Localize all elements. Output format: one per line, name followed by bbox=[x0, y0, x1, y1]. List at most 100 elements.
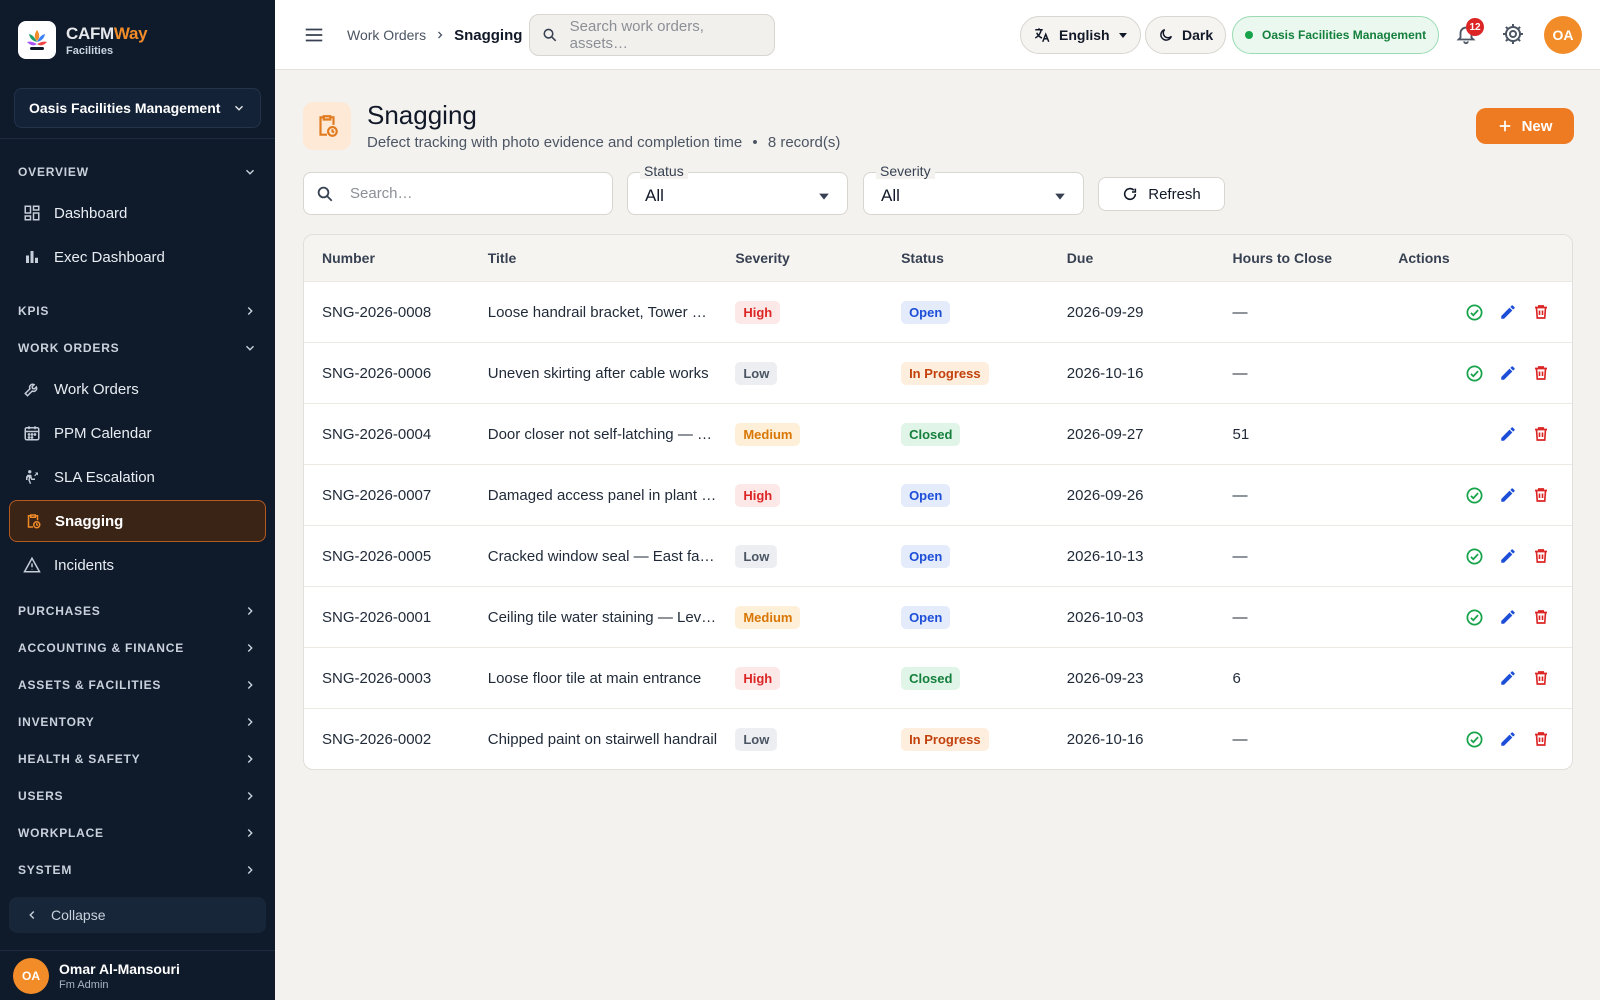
cell-severity: High bbox=[717, 666, 883, 690]
delete-trash-icon[interactable] bbox=[1532, 364, 1550, 382]
nav-section-workplace[interactable]: WORKPLACE bbox=[0, 814, 275, 851]
cell-severity: High bbox=[717, 300, 883, 324]
cell-due: 2026-10-13 bbox=[1066, 547, 1144, 565]
avatar[interactable]: OA bbox=[1544, 16, 1582, 54]
sidebar-item-sla-escalation[interactable]: SLA Escalation bbox=[9, 456, 266, 498]
cell-number: SNG-2026-0008 bbox=[322, 303, 432, 321]
cell-number: SNG-2026-0004 bbox=[322, 425, 432, 443]
edit-pencil-icon[interactable] bbox=[1499, 547, 1517, 565]
sidebar-item-label: SLA Escalation bbox=[54, 468, 155, 486]
complete-check-icon[interactable] bbox=[1465, 364, 1484, 383]
nav-section-purchases[interactable]: PURCHASES bbox=[0, 592, 275, 629]
chevron-right-icon bbox=[434, 29, 446, 41]
edit-pencil-icon[interactable] bbox=[1499, 364, 1517, 382]
table-row[interactable]: SNG-2026-0001 Ceiling tile water staining… bbox=[304, 586, 1572, 647]
sidebar-item-work-orders[interactable]: Work Orders bbox=[9, 368, 266, 410]
table-search-input[interactable]: Search… bbox=[303, 172, 613, 215]
edit-pencil-icon[interactable] bbox=[1499, 730, 1517, 748]
severity-badge: Low bbox=[735, 361, 778, 385]
table-row[interactable]: SNG-2026-0004 Door closer not self-latchi… bbox=[304, 403, 1572, 464]
complete-check-icon[interactable] bbox=[1465, 608, 1484, 627]
sidebar-item-snagging[interactable]: Snagging bbox=[9, 500, 266, 542]
nav-section-work-orders[interactable]: WORK ORDERS bbox=[0, 329, 275, 366]
edit-pencil-icon[interactable] bbox=[1499, 608, 1517, 626]
cell-status: Open bbox=[883, 483, 1049, 507]
top-header: Work Orders Snagging Search work orders,… bbox=[275, 0, 1600, 70]
status-badge: Open bbox=[901, 605, 951, 629]
sidebar-user[interactable]: OA Omar Al-Mansouri Fm Admin bbox=[0, 950, 275, 1000]
edit-pencil-icon[interactable] bbox=[1499, 303, 1517, 321]
theme-toggle[interactable]: Dark bbox=[1145, 16, 1227, 54]
delete-trash-icon[interactable] bbox=[1532, 669, 1550, 687]
table-row[interactable]: SNG-2026-0007 Damaged access panel in pla… bbox=[304, 464, 1572, 525]
complete-check-icon[interactable] bbox=[1465, 303, 1484, 322]
sidebar-item-incidents[interactable]: Incidents bbox=[9, 544, 266, 586]
hamburger-menu-icon[interactable] bbox=[303, 24, 325, 46]
delete-trash-icon[interactable] bbox=[1532, 425, 1550, 443]
nav-section-assets[interactable]: ASSETS & FACILITIES bbox=[0, 666, 275, 703]
language-selector[interactable]: English bbox=[1020, 16, 1141, 54]
search-icon bbox=[317, 186, 333, 201]
table-row[interactable]: SNG-2026-0002 Chipped paint on stairwell … bbox=[304, 708, 1572, 769]
nav-section-system[interactable]: SYSTEM bbox=[0, 851, 275, 888]
nav-section-kpis[interactable]: KPIS bbox=[0, 292, 275, 329]
sidebar-item-ppm-calendar[interactable]: PPM Calendar bbox=[9, 412, 266, 454]
table-row[interactable]: SNG-2026-0005 Cracked window seal — East … bbox=[304, 525, 1572, 586]
cell-actions bbox=[1380, 608, 1572, 627]
column-header-status[interactable]: Status bbox=[883, 250, 1049, 266]
complete-check-icon[interactable] bbox=[1465, 730, 1484, 749]
status-badge: In Progress bbox=[901, 727, 989, 751]
cell-due: 2026-10-16 bbox=[1066, 730, 1144, 748]
gear-icon[interactable] bbox=[1501, 22, 1525, 46]
cell-actions bbox=[1380, 486, 1572, 505]
sidebar-item-dashboard[interactable]: Dashboard bbox=[9, 192, 266, 234]
global-search-input[interactable]: Search work orders, assets… bbox=[529, 14, 775, 56]
sidebar-item-label: Dashboard bbox=[54, 204, 128, 222]
clipboard-clock-icon bbox=[303, 102, 351, 150]
new-button[interactable]: New bbox=[1476, 108, 1574, 144]
cell-due: 2026-09-29 bbox=[1066, 303, 1144, 321]
cell-hours-to-close: — bbox=[1232, 303, 1248, 321]
org-selector[interactable]: Oasis Facilities Management bbox=[14, 88, 261, 128]
table-row[interactable]: SNG-2026-0006 Uneven skirting after cable… bbox=[304, 342, 1572, 403]
brand[interactable]: CAFMWay Facilities bbox=[0, 0, 275, 80]
edit-pencil-icon[interactable] bbox=[1499, 669, 1517, 687]
complete-check-icon[interactable] bbox=[1465, 486, 1484, 505]
edit-pencil-icon[interactable] bbox=[1499, 425, 1517, 443]
nav-section-overview[interactable]: OVERVIEW bbox=[0, 153, 275, 190]
status-filter-label: Status bbox=[640, 163, 688, 179]
edit-pencil-icon[interactable] bbox=[1499, 486, 1517, 504]
refresh-button[interactable]: Refresh bbox=[1098, 177, 1225, 211]
column-header-number[interactable]: Number bbox=[304, 250, 470, 266]
separator: • bbox=[752, 134, 758, 151]
collapse-sidebar-button[interactable]: Collapse bbox=[9, 897, 266, 933]
status-filter-value: All bbox=[645, 185, 664, 205]
dashboard-icon bbox=[22, 203, 42, 223]
column-header-due[interactable]: Due bbox=[1049, 250, 1215, 266]
nav-section-accounting[interactable]: ACCOUNTING & FINANCE bbox=[0, 629, 275, 666]
sidebar-item-exec-dashboard[interactable]: Exec Dashboard bbox=[9, 236, 266, 278]
column-header-title[interactable]: Title bbox=[470, 250, 718, 266]
table-row[interactable]: SNG-2026-0003 Loose floor tile at main en… bbox=[304, 647, 1572, 708]
nav-section-health-safety[interactable]: HEALTH & SAFETY bbox=[0, 740, 275, 777]
nav-section-label: ACCOUNTING & FINANCE bbox=[18, 640, 184, 655]
delete-trash-icon[interactable] bbox=[1532, 608, 1550, 626]
calendar-icon bbox=[22, 423, 42, 443]
nav-section-users[interactable]: USERS bbox=[0, 777, 275, 814]
chevron-left-icon bbox=[29, 911, 35, 919]
cell-title-text: Loose floor tile at main entrance bbox=[487, 669, 702, 687]
column-header-hours[interactable]: Hours to Close bbox=[1215, 250, 1381, 266]
column-header-severity[interactable]: Severity bbox=[717, 250, 883, 266]
delete-trash-icon[interactable] bbox=[1532, 486, 1550, 504]
delete-trash-icon[interactable] bbox=[1532, 547, 1550, 565]
complete-check-icon[interactable] bbox=[1465, 547, 1484, 566]
cell-hours-to-close: 51 bbox=[1232, 425, 1250, 443]
cell-title: Loose floor tile at main entrance bbox=[470, 670, 718, 687]
cell-due: 2026-09-26 bbox=[1066, 486, 1144, 504]
delete-trash-icon[interactable] bbox=[1532, 303, 1550, 321]
delete-trash-icon[interactable] bbox=[1532, 730, 1550, 748]
nav-section-inventory[interactable]: INVENTORY bbox=[0, 703, 275, 740]
table-row[interactable]: SNG-2026-0008 Loose handrail bracket, Tow… bbox=[304, 281, 1572, 342]
org-status-pill[interactable]: Oasis Facilities Management bbox=[1232, 16, 1440, 54]
breadcrumb-parent[interactable]: Work Orders bbox=[347, 27, 426, 43]
